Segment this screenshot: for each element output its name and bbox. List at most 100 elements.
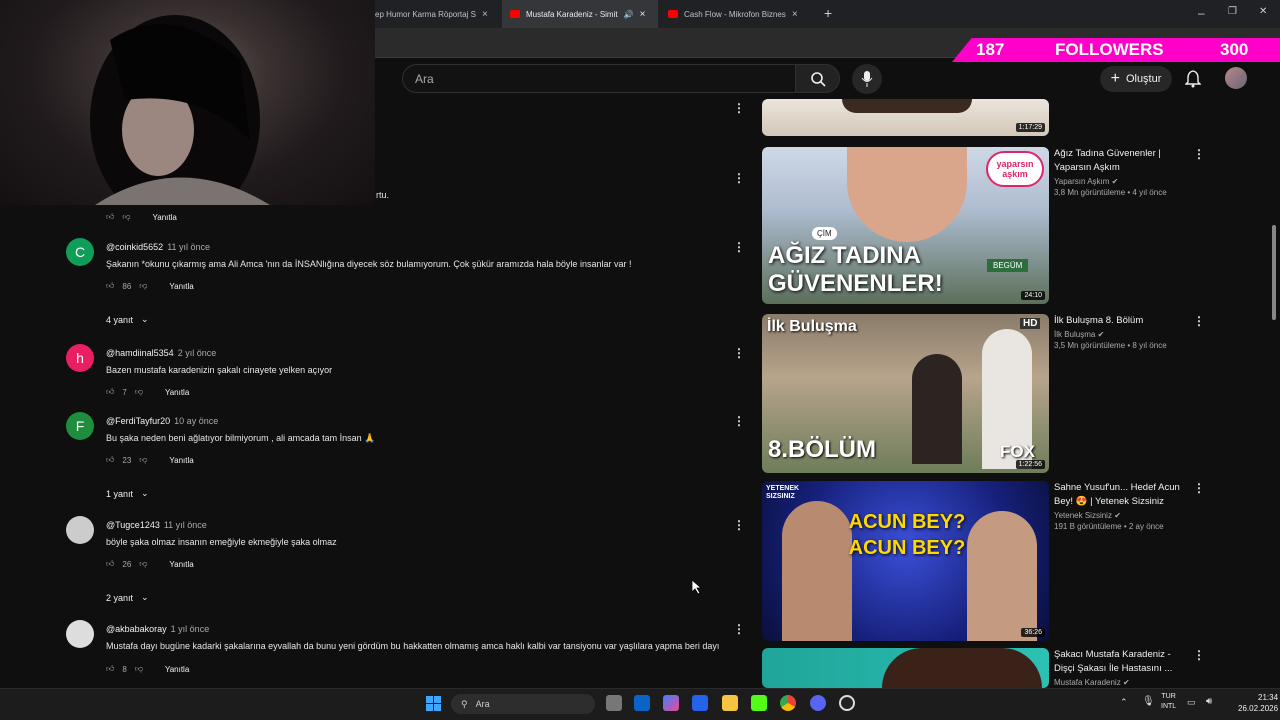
system-clock[interactable]: 21:34 26.02.2026 [1238, 692, 1278, 714]
discord-icon[interactable] [810, 695, 826, 711]
more-options-icon[interactable]: ⋮ [733, 518, 745, 532]
scrollbar-thumb[interactable] [1272, 225, 1276, 320]
video-thumbnail[interactable]: İlk Buluşma HD 8.BÖLÜM FOX 1:22:56 [762, 314, 1049, 473]
video-thumbnail[interactable]: ACUN BEY? ACUN BEY? YETENEK SIZSINIZ 36:… [762, 481, 1049, 641]
search-input[interactable]: Ara [402, 64, 796, 93]
thumbs-up-icon[interactable]: 👍︎ [106, 664, 114, 674]
comment-avatar[interactable]: h [66, 344, 94, 372]
comment-author[interactable]: @FerdiTayfur20 10 ay önce [106, 416, 218, 426]
comment-avatar[interactable] [66, 516, 94, 544]
video-thumbnail[interactable] [762, 648, 1049, 688]
kick-icon[interactable] [751, 695, 767, 711]
reply-button[interactable]: Yanıtla [169, 560, 193, 569]
reply-button[interactable]: Yanıtla [169, 456, 193, 465]
reply-button[interactable]: Yanıtla [165, 388, 189, 397]
video-title[interactable]: İlk Buluşma 8. Bölüm [1054, 314, 1184, 328]
thumbs-down-icon[interactable]: 👎︎ [139, 281, 147, 291]
thumbs-down-icon[interactable]: 👎︎ [139, 455, 147, 465]
thumbs-up-icon[interactable]: 👍︎ [106, 281, 114, 291]
reply-button[interactable]: Yanıtla [153, 213, 177, 222]
video-thumbnail[interactable]: yaparsın aşkım ÇİM BEGÜM AĞIZ TADINA GÜV… [762, 147, 1049, 304]
store-icon[interactable] [692, 695, 708, 711]
video-title[interactable]: Ağız Tadına Güvenenler | Yaparsın Aşkım [1054, 147, 1184, 175]
comment-author[interactable]: @Tugce1243 11 yıl önce [106, 520, 207, 530]
notifications-button[interactable] [1184, 70, 1202, 93]
more-options-icon[interactable]: ⋮ [733, 101, 745, 115]
comment-actions: 👍︎ 8 👎︎ Yanıtla [106, 664, 189, 674]
reply-button[interactable]: Yanıtla [169, 282, 193, 291]
outlook-icon[interactable] [634, 695, 650, 711]
new-tab-button[interactable]: + [824, 5, 832, 21]
search-button[interactable] [796, 64, 840, 93]
thumbnail-person [912, 354, 962, 464]
channel-name[interactable]: Yaparsın Aşkım ✔ [1054, 177, 1204, 186]
close-icon[interactable]: × [792, 9, 798, 20]
more-options-icon[interactable]: ⋮ [733, 240, 745, 254]
video-thumbnail[interactable]: 1:17:29 [762, 99, 1049, 136]
video-title[interactable]: Şakacı Mustafa Karadeniz - Dişçi Şakası … [1054, 648, 1184, 676]
maximize-button[interactable]: ❐ [1228, 6, 1237, 17]
browser-tab-active[interactable]: Mustafa Karadeniz - Simit 🔊 × [502, 0, 658, 28]
view-replies-button[interactable]: 2 yanıt ⌄ [106, 592, 149, 603]
volume-icon[interactable]: 🔊︎ [1206, 696, 1212, 707]
thumbs-up-icon[interactable]: 👍︎ [106, 212, 114, 222]
thumbs-down-icon[interactable]: 👎︎ [135, 387, 143, 397]
voice-search-button[interactable] [852, 64, 882, 94]
more-options-icon[interactable]: ⋮ [1193, 648, 1205, 662]
verified-icon: ✔ [1122, 678, 1130, 687]
account-avatar[interactable] [1225, 67, 1247, 89]
more-options-icon[interactable]: ⋮ [733, 414, 745, 428]
more-options-icon[interactable]: ⋮ [1193, 481, 1205, 495]
language-indicator[interactable]: TUR INTL [1161, 692, 1176, 712]
browser-tab[interactable]: ep Humor Karma Röportaj S × [375, 0, 500, 28]
close-icon[interactable]: × [482, 9, 488, 20]
copilot-icon[interactable] [663, 695, 679, 711]
obs-icon[interactable] [839, 695, 855, 711]
sidebar-video-info[interactable]: İlk Buluşma 8. Bölüm İlk Buluşma ✔ 3,5 M… [1054, 314, 1204, 350]
more-options-icon[interactable]: ⋮ [733, 171, 745, 185]
start-button[interactable] [426, 696, 441, 711]
taskbar-search[interactable]: ⚲ Ara [451, 694, 595, 714]
thumbs-down-icon[interactable]: 👎︎ [122, 212, 130, 222]
reply-button[interactable]: Yanıtla [165, 665, 189, 674]
view-replies-button[interactable]: 4 yanıt ⌄ [106, 314, 149, 325]
comment-avatar[interactable]: F [66, 412, 94, 440]
more-options-icon[interactable]: ⋮ [1193, 314, 1205, 328]
thumbs-down-icon[interactable]: 👎︎ [139, 559, 147, 569]
chrome-icon[interactable] [780, 695, 796, 711]
episode-label: 8.BÖLÜM [768, 436, 876, 463]
thumbs-up-icon[interactable]: 👍︎ [106, 559, 114, 569]
comment-author[interactable]: @akbabakoray 1 yıl önce [106, 624, 209, 634]
comment-avatar[interactable]: C [66, 238, 94, 266]
more-options-icon[interactable]: ⋮ [1193, 147, 1205, 161]
thumbs-up-icon[interactable]: 👍︎ [106, 387, 114, 397]
network-icon[interactable]: ▭ [1187, 697, 1196, 708]
microphone-icon[interactable]: 🎙︎ [1142, 696, 1155, 707]
comment-author[interactable]: @hamdiinal5354 2 yıl önce [106, 348, 216, 358]
sidebar-video-info[interactable]: Sahne Yusuf'un... Hedef Acun Bey! 😍 | Ye… [1054, 481, 1204, 531]
file-explorer-icon[interactable] [722, 695, 738, 711]
minimize-button[interactable]: – [1198, 6, 1205, 20]
view-replies-button[interactable]: 1 yanıt ⌄ [106, 488, 149, 499]
close-window-button[interactable]: ✕ [1259, 6, 1267, 17]
comment-time: 2 yıl önce [177, 348, 217, 358]
close-icon[interactable]: × [640, 9, 646, 20]
chevron-up-icon[interactable]: ⌃ [1120, 697, 1128, 708]
more-options-icon[interactable]: ⋮ [733, 622, 745, 636]
comment-author[interactable]: @coinkid5652 11 yıl önce [106, 242, 210, 252]
sidebar-video-info[interactable]: Ağız Tadına Güvenenler | Yaparsın Aşkım … [1054, 147, 1204, 197]
create-button[interactable]: + Oluştur [1100, 66, 1172, 92]
sidebar-video-info[interactable]: Şakacı Mustafa Karadeniz - Dişçi Şakası … [1054, 648, 1204, 687]
comment-avatar[interactable] [66, 620, 94, 648]
more-options-icon[interactable]: ⋮ [733, 346, 745, 360]
speaker-icon[interactable]: 🔊 [624, 10, 634, 19]
thumbs-up-icon[interactable]: 👍︎ [106, 455, 114, 465]
browser-tab[interactable]: Cash Flow - Mikrofon Biznes × [660, 0, 816, 28]
channel-name[interactable]: Yetenek Sizsiniz ✔ [1054, 511, 1204, 520]
thumbs-down-icon[interactable]: 👎︎ [135, 664, 143, 674]
video-title[interactable]: Sahne Yusuf'un... Hedef Acun Bey! 😍 | Ye… [1054, 481, 1184, 509]
chevron-down-icon: ⌄ [141, 314, 149, 324]
channel-name[interactable]: İlk Buluşma ✔ [1054, 330, 1204, 339]
channel-name[interactable]: Mustafa Karadeniz ✔ [1054, 678, 1204, 687]
task-view-icon[interactable] [606, 695, 622, 711]
